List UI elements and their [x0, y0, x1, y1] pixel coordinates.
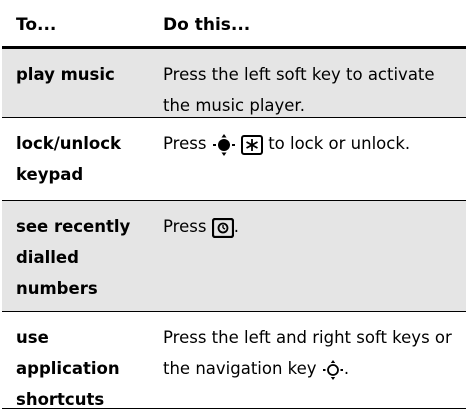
row-term: play music: [16, 65, 115, 84]
desc-text: to lock or unlock.: [268, 134, 411, 153]
table-row: play music Press the left soft key to ac…: [2, 49, 466, 118]
row-description: Press the left and right soft keys or th…: [153, 312, 466, 408]
star-key-icon: [240, 134, 263, 155]
nav-key-center-filled-icon: [212, 133, 236, 157]
header-to: To...: [16, 15, 57, 35]
desc-text: Press the left soft key to activate the …: [163, 65, 435, 115]
desc-text: Press: [163, 217, 207, 236]
desc-text: .: [233, 217, 239, 236]
row-description: Press the left soft key to activate the …: [153, 49, 466, 117]
table-row: use application shortcuts Press the left…: [2, 312, 466, 409]
row-description: Press to lock or unlock.: [153, 118, 466, 200]
row-term: lock/unlock keypad: [16, 134, 122, 184]
table-row: see recently dialled numbers Press .: [2, 201, 466, 312]
instructions-table: To... Do this... play music Press the le…: [2, 2, 466, 409]
row-term: see recently dialled numbers: [16, 217, 131, 298]
desc-text: Press: [163, 134, 207, 153]
header-do-this: Do this...: [163, 15, 251, 35]
row-term: use application shortcuts: [16, 328, 120, 409]
desc-text: Press the left and right soft keys or th…: [163, 328, 452, 378]
table-row: lock/unlock keypad Press to lock or unlo…: [2, 118, 466, 201]
nav-key-center-outline-icon: [322, 359, 344, 381]
desc-text: .: [343, 359, 350, 378]
row-description: Press .: [153, 201, 466, 311]
send-key-icon: [211, 217, 234, 238]
table-header-row: To... Do this...: [2, 2, 466, 49]
